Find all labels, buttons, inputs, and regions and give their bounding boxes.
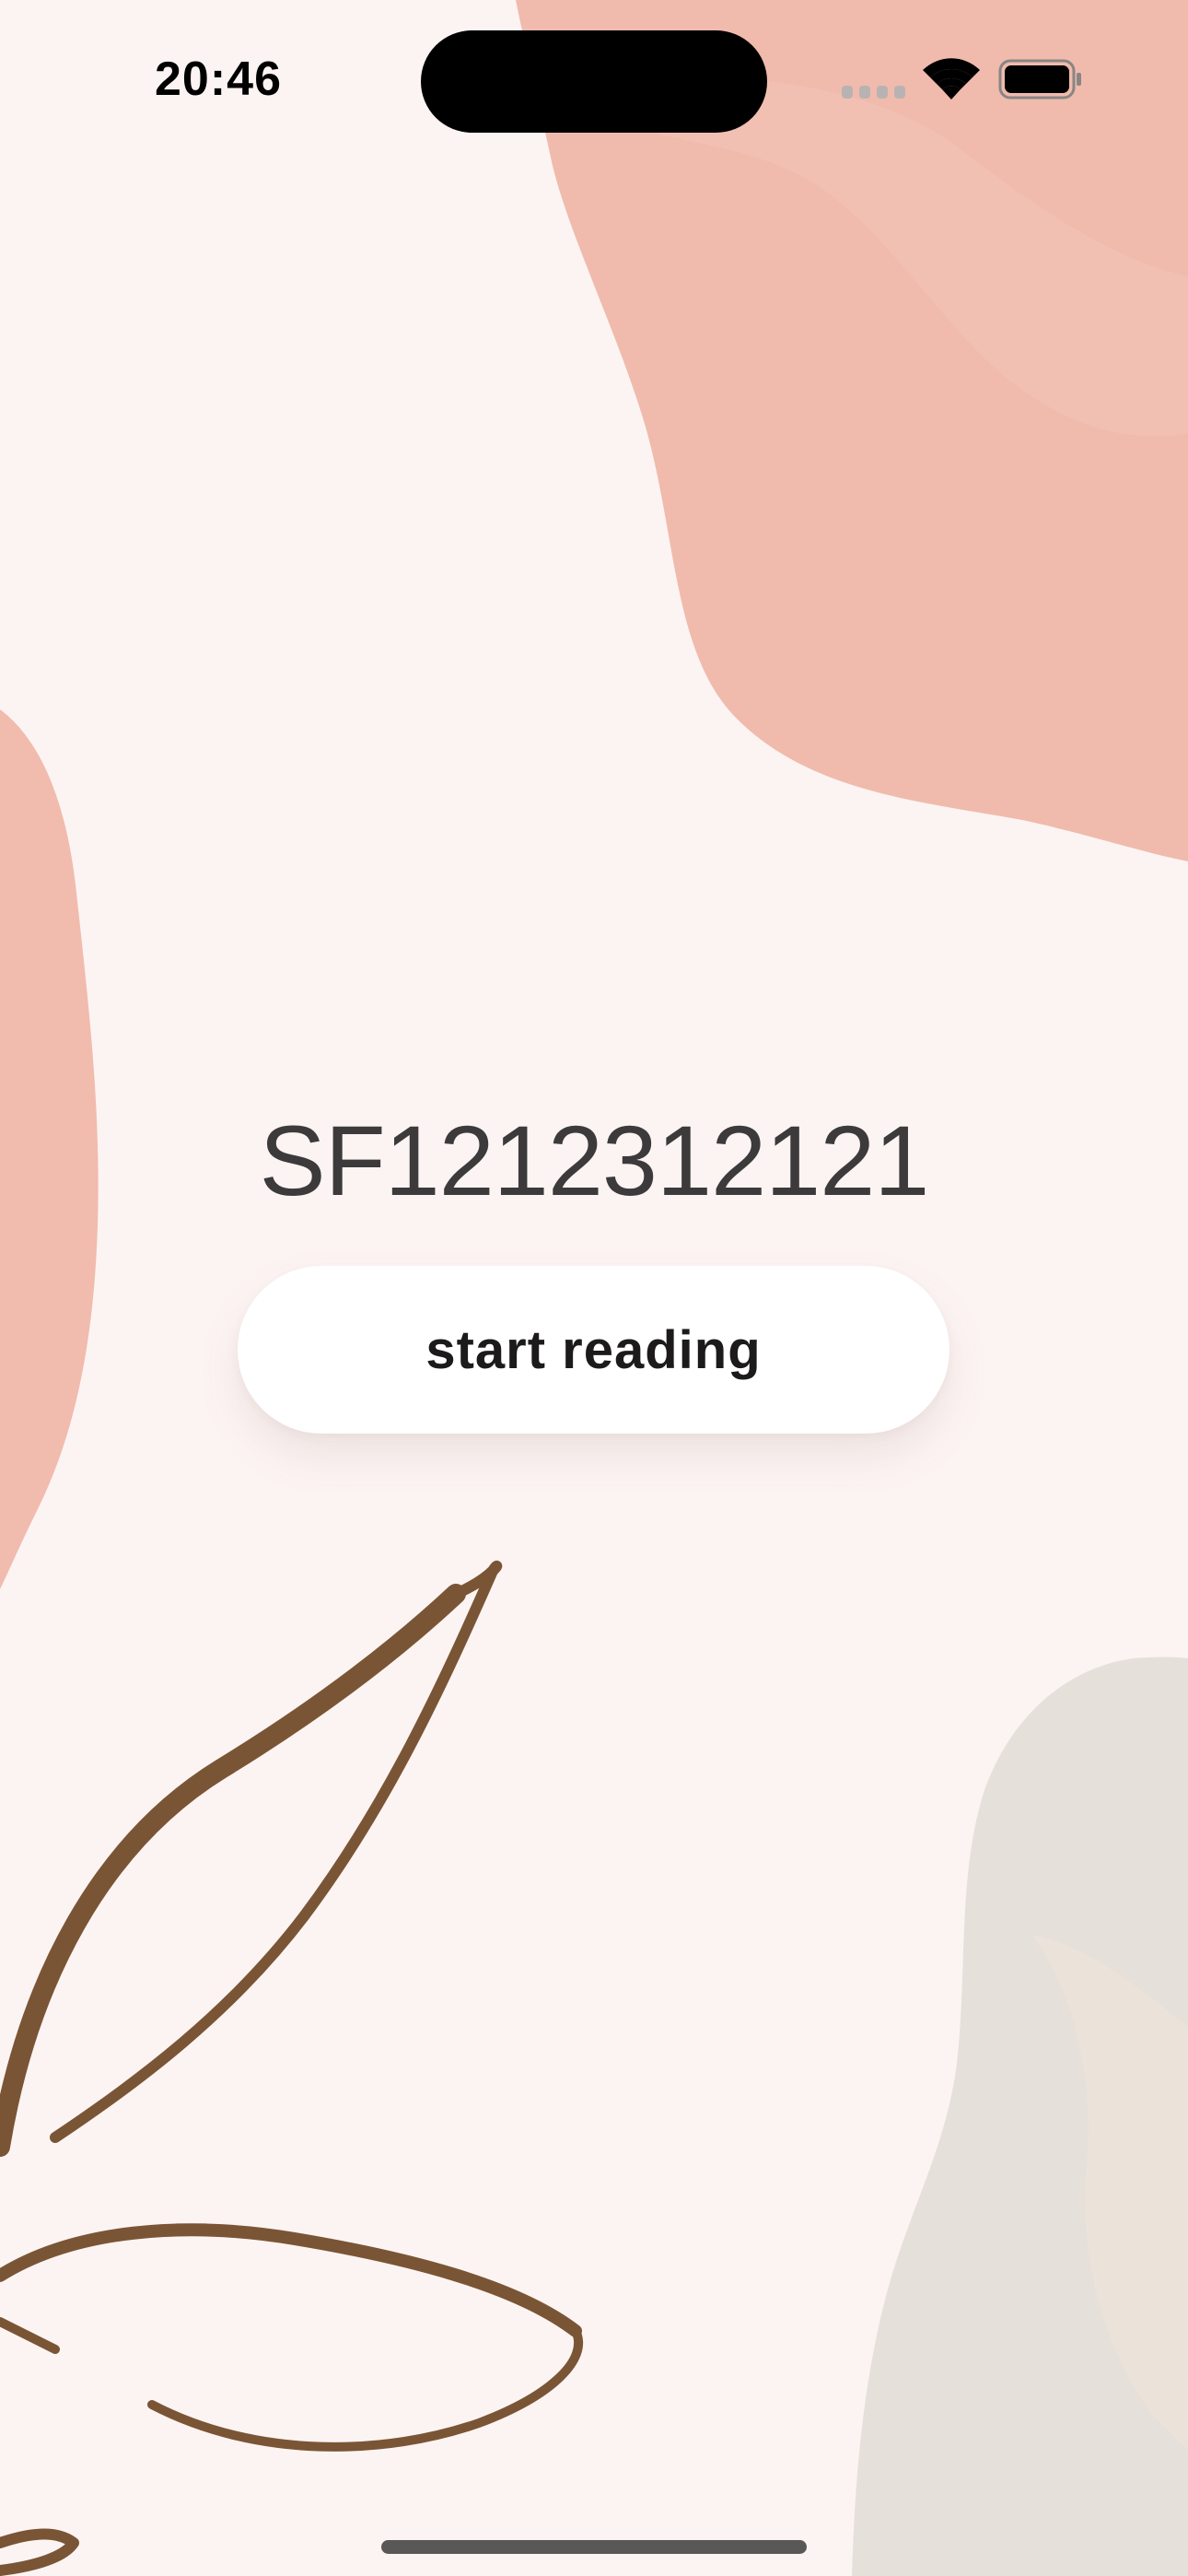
device-id-label: SF1212312121: [259, 1105, 930, 1216]
battery-icon: [998, 59, 1081, 100]
dynamic-island: [421, 30, 767, 133]
app-screen: 20:46 SF1212312121 start reading: [0, 0, 1188, 2576]
cellular-signal-icon: [842, 86, 906, 99]
start-reading-button[interactable]: start reading: [238, 1266, 949, 1434]
home-indicator[interactable]: [381, 2540, 807, 2554]
wifi-icon: [923, 58, 980, 100]
status-time: 20:46: [155, 53, 282, 106]
status-bar: 20:46: [0, 0, 1188, 157]
